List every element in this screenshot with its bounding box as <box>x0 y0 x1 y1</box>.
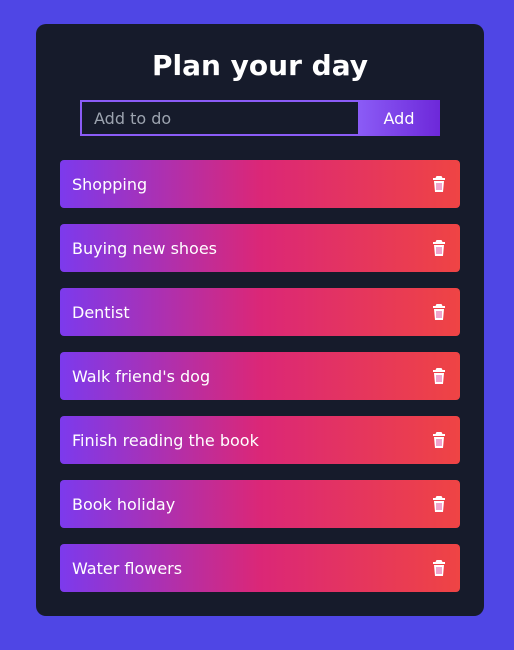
todo-item: Dentist <box>60 288 460 336</box>
trash-icon[interactable] <box>432 431 448 449</box>
todo-item: Water flowers <box>60 544 460 592</box>
todo-text: Finish reading the book <box>72 430 259 450</box>
todo-card: Plan your day Add Shopping Buying new sh… <box>36 24 484 616</box>
todo-item: Book holiday <box>60 480 460 528</box>
todo-item: Walk friend's dog <box>60 352 460 400</box>
trash-icon[interactable] <box>432 303 448 321</box>
trash-icon[interactable] <box>432 495 448 513</box>
todo-text: Book holiday <box>72 494 176 514</box>
todo-item: Finish reading the book <box>60 416 460 464</box>
todo-text: Buying new shoes <box>72 238 218 258</box>
todo-text: Walk friend's dog <box>72 366 211 386</box>
todo-text: Shopping <box>72 174 148 194</box>
trash-icon[interactable] <box>432 239 448 257</box>
todo-item: Buying new shoes <box>60 224 460 272</box>
todo-text: Dentist <box>72 302 130 322</box>
add-todo-form: Add <box>80 100 440 136</box>
trash-icon[interactable] <box>432 559 448 577</box>
trash-icon[interactable] <box>432 175 448 193</box>
page-title: Plan your day <box>151 49 368 82</box>
trash-icon[interactable] <box>432 367 448 385</box>
todo-item: Shopping <box>60 160 460 208</box>
todo-input[interactable] <box>80 100 358 136</box>
todo-list: Shopping Buying new shoes Dentist Walk f… <box>60 160 460 608</box>
add-button[interactable]: Add <box>358 100 440 136</box>
todo-text: Water flowers <box>72 558 183 578</box>
